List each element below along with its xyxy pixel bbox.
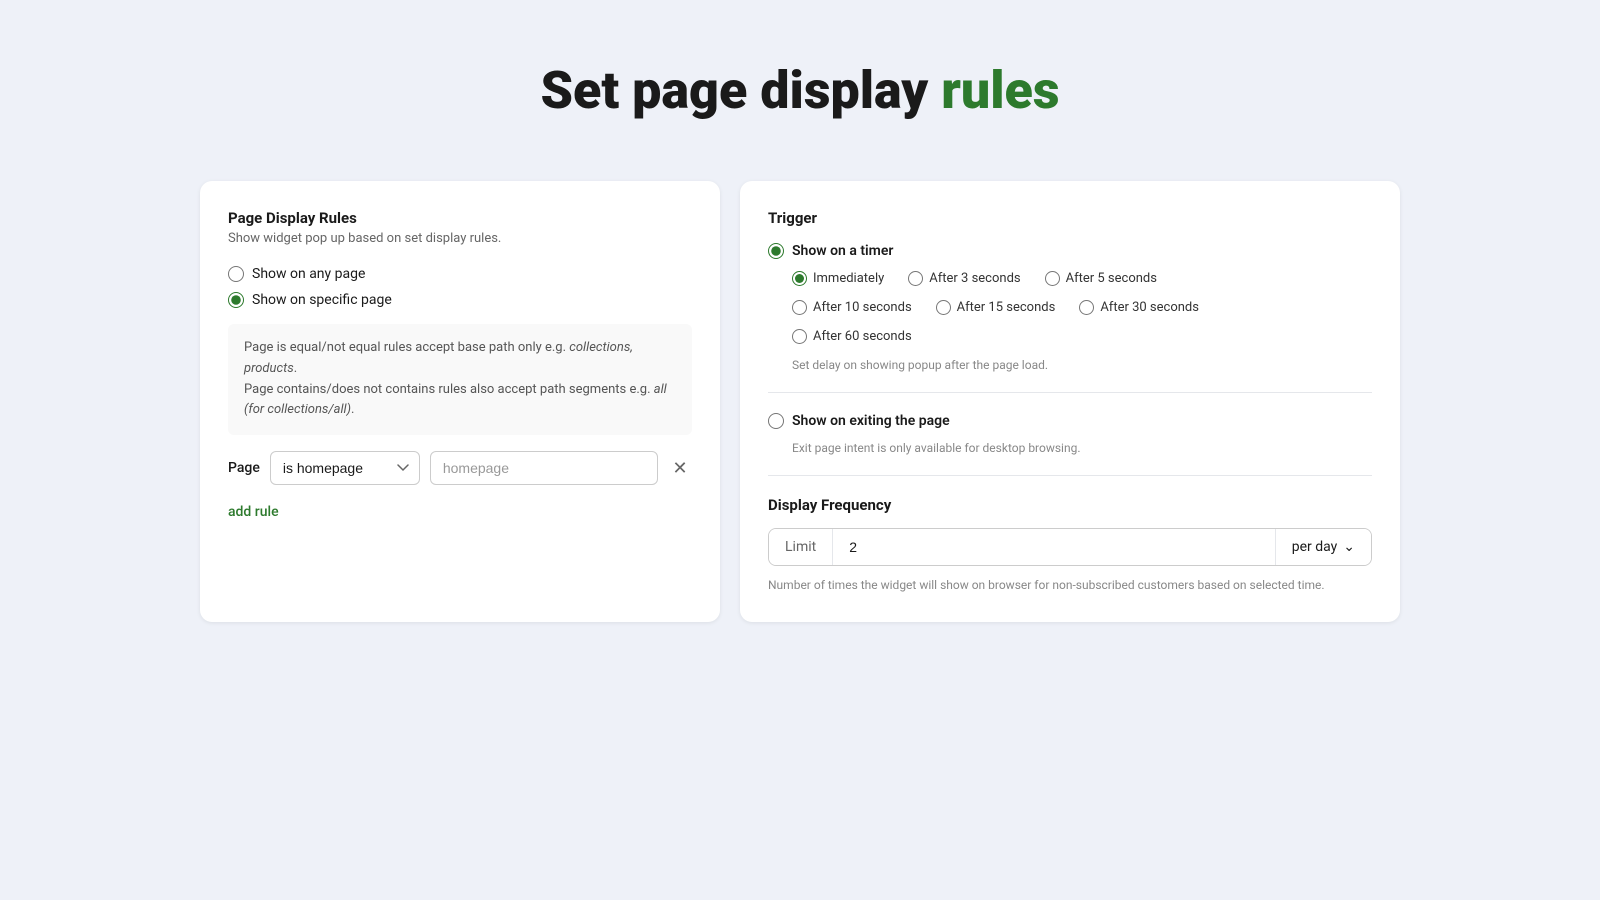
left-panel: Page Display Rules Show widget pop up ba… [200, 181, 720, 622]
after-15-option[interactable]: After 15 seconds [936, 300, 1056, 315]
exit-trigger-option: Show on exiting the page Exit page inten… [768, 413, 1372, 455]
page-label: Page [228, 460, 260, 476]
immediately-label: Immediately [813, 271, 884, 286]
frequency-divider [768, 475, 1372, 476]
timer-trigger-radio[interactable] [768, 243, 784, 259]
timer-row-3: After 60 seconds [792, 329, 1372, 344]
freq-hint: Number of times the widget will show on … [768, 576, 1372, 594]
exit-trigger-header: Show on exiting the page [768, 413, 1372, 429]
remove-rule-button[interactable]: ✕ [668, 456, 692, 480]
timer-row-2: After 10 seconds After 15 seconds After … [792, 300, 1372, 315]
after-30-label: After 30 seconds [1100, 300, 1199, 315]
trigger-section-title: Trigger [768, 209, 1372, 227]
exit-hint: Exit page intent is only available for d… [792, 441, 1372, 455]
after-5-label: After 5 seconds [1066, 271, 1157, 286]
after-3-option[interactable]: After 3 seconds [908, 271, 1020, 286]
timer-hint: Set delay on showing popup after the pag… [792, 358, 1372, 372]
show-specific-page-radio[interactable] [228, 292, 244, 308]
timer-options-container: Immediately After 3 seconds After 5 seco… [792, 271, 1372, 350]
show-specific-page-label: Show on specific page [252, 292, 392, 308]
after-10-radio[interactable] [792, 300, 807, 315]
freq-value-input[interactable] [833, 529, 1275, 565]
left-panel-subtitle: Show widget pop up based on set display … [228, 231, 692, 246]
after-10-label: After 10 seconds [813, 300, 912, 315]
timer-trigger-header: Show on a timer [768, 243, 1372, 259]
page-title: Set page display rules [540, 60, 1059, 121]
left-panel-title: Page Display Rules [228, 209, 692, 227]
timer-trigger-label: Show on a timer [792, 243, 893, 259]
after-10-option[interactable]: After 10 seconds [792, 300, 912, 315]
page-value-input[interactable] [430, 451, 658, 485]
timer-row-1: Immediately After 3 seconds After 5 seco… [792, 271, 1372, 286]
after-15-radio[interactable] [936, 300, 951, 315]
after-3-label: After 3 seconds [929, 271, 1020, 286]
right-panel: Trigger Show on a timer Immediately Afte… [740, 181, 1400, 622]
chevron-down-icon: ⌄ [1343, 539, 1355, 555]
page-rule-select[interactable]: is homepage is not homepage contains doe… [270, 451, 420, 485]
frequency-section: Display Frequency Limit per day ⌄ Number… [768, 496, 1372, 594]
frequency-control: Limit per day ⌄ [768, 528, 1372, 566]
show-specific-page-option[interactable]: Show on specific page [228, 292, 692, 308]
immediately-radio[interactable] [792, 271, 807, 286]
trigger-divider [768, 392, 1372, 393]
immediately-option[interactable]: Immediately [792, 271, 884, 286]
after-30-radio[interactable] [1079, 300, 1094, 315]
after-3-radio[interactable] [908, 271, 923, 286]
page-rule-row: Page is homepage is not homepage contain… [228, 451, 692, 485]
after-60-label: After 60 seconds [813, 329, 912, 344]
freq-period-label: per day [1292, 539, 1338, 555]
freq-limit-label: Limit [769, 529, 833, 565]
after-5-radio[interactable] [1045, 271, 1060, 286]
page-display-options: Show on any page Show on specific page [228, 266, 692, 308]
timer-trigger-option: Show on a timer Immediately After 3 seco… [768, 243, 1372, 372]
after-60-radio[interactable] [792, 329, 807, 344]
freq-period-selector[interactable]: per day ⌄ [1275, 529, 1371, 565]
show-any-page-radio[interactable] [228, 266, 244, 282]
after-30-option[interactable]: After 30 seconds [1079, 300, 1199, 315]
panels-container: Page Display Rules Show widget pop up ba… [200, 181, 1400, 622]
page-rules-description: Page is equal/not equal rules accept bas… [228, 324, 692, 435]
desc-line1: Page is equal/not equal rules accept bas… [244, 340, 569, 355]
show-any-page-option[interactable]: Show on any page [228, 266, 692, 282]
after-5-option[interactable]: After 5 seconds [1045, 271, 1157, 286]
exit-trigger-radio[interactable] [768, 413, 784, 429]
after-60-option[interactable]: After 60 seconds [792, 329, 912, 344]
desc-line2: Page contains/does not contains rules al… [244, 382, 654, 397]
after-15-label: After 15 seconds [957, 300, 1056, 315]
show-any-page-label: Show on any page [252, 266, 365, 282]
add-rule-link[interactable]: add rule [228, 504, 279, 520]
exit-trigger-label: Show on exiting the page [792, 413, 950, 429]
frequency-title: Display Frequency [768, 496, 1372, 514]
